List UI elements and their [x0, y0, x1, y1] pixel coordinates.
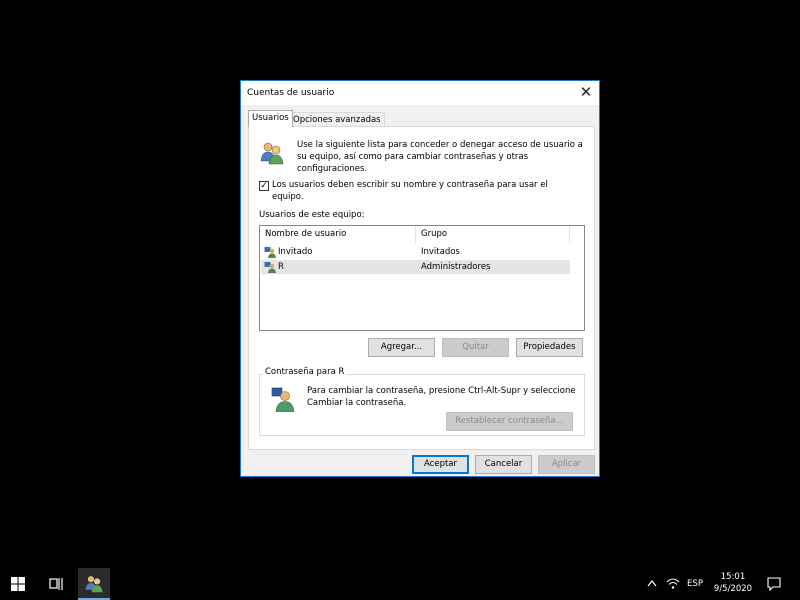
remove-button[interactable]: Quitar	[442, 338, 509, 357]
chevron-up-icon[interactable]	[647, 579, 657, 587]
add-button[interactable]: Agregar...	[368, 338, 435, 357]
users-list-label: Usuarios de este equipo:	[259, 210, 365, 220]
user-name: R	[278, 262, 284, 272]
close-icon[interactable]: ✕	[573, 81, 599, 105]
tab-opciones-avanzadas[interactable]: Opciones avanzadas	[290, 112, 385, 127]
reset-password-button[interactable]: Restablecer contraseña...	[446, 412, 573, 431]
user-password-icon	[271, 387, 295, 412]
network-icon[interactable]	[666, 577, 680, 589]
apply-button[interactable]: Aplicar	[538, 455, 595, 474]
user-accounts-app-icon[interactable]	[78, 568, 110, 600]
user-icon	[264, 262, 276, 273]
properties-button[interactable]: Propiedades	[516, 338, 583, 357]
dialog-title: Cuentas de usuario	[247, 88, 335, 98]
notifications-icon[interactable]	[767, 577, 781, 591]
clock[interactable]: 15:01 9/5/2020	[712, 568, 754, 600]
ok-button[interactable]: Aceptar	[412, 455, 469, 474]
description-text: Use la siguiente lista para conceder o d…	[297, 140, 583, 174]
dialog-titlebar[interactable]: Cuentas de usuario ✕	[241, 81, 599, 105]
taskbar: ESP 15:01 9/5/2020	[0, 568, 800, 600]
column-header-grupo[interactable]: Grupo	[416, 226, 570, 243]
tab-usuarios[interactable]: Usuarios	[248, 110, 293, 127]
users-table[interactable]: Nombre de usuario Grupo Invitado Invitad…	[259, 225, 585, 331]
windows-start-icon[interactable]	[11, 577, 25, 591]
table-row[interactable]: Invitado Invitados	[261, 245, 570, 259]
user-icon	[264, 247, 276, 258]
user-group: Administradores	[421, 262, 491, 272]
password-group-title: Contraseña para R	[263, 367, 347, 377]
require-login-label[interactable]: Los usuarios deben escribir su nombre y …	[272, 179, 572, 203]
clock-time: 15:01	[720, 572, 746, 582]
password-instructions: Para cambiar la contraseña, presione Ctr…	[307, 386, 576, 408]
language-indicator[interactable]: ESP	[684, 568, 706, 600]
column-header-nombre[interactable]: Nombre de usuario	[260, 226, 416, 243]
clock-date: 9/5/2020	[713, 584, 753, 594]
user-name: Invitado	[278, 247, 313, 257]
users-group-icon	[260, 142, 284, 165]
users-group-icon	[85, 576, 103, 593]
user-accounts-dialog: Cuentas de usuario ✕ Usuarios Opciones a…	[240, 80, 600, 477]
user-group: Invitados	[421, 247, 460, 257]
cancel-button[interactable]: Cancelar	[475, 455, 532, 474]
require-login-checkbox[interactable]: ✓	[259, 181, 269, 191]
table-row[interactable]: R Administradores	[261, 260, 570, 274]
task-view-icon[interactable]	[49, 577, 65, 591]
